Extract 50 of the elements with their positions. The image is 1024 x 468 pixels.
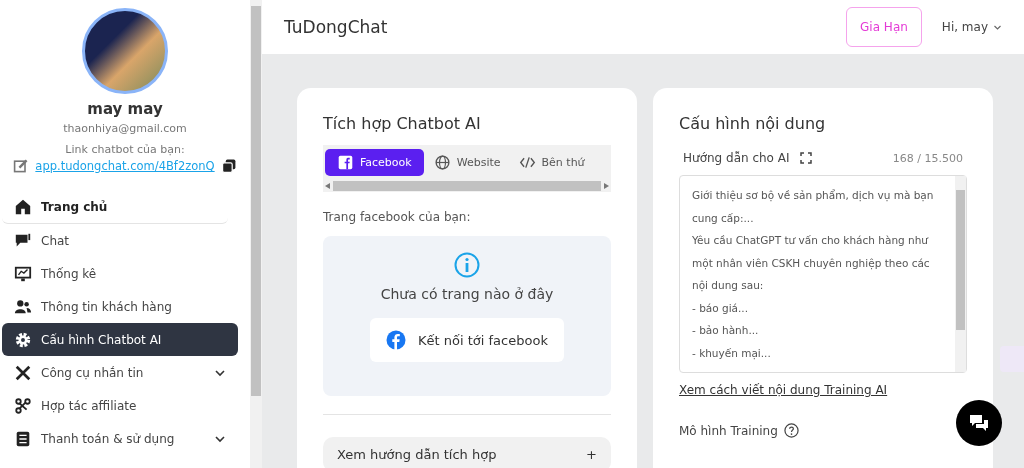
guide-title: Xem hướng dẫn tích hợp [337,447,497,462]
nav-item[interactable]: Thanh toán & sử dụng [2,422,238,455]
facebook-icon [337,154,354,171]
gear-icon [14,330,32,349]
expand-icon[interactable] [799,152,812,164]
network-icon [14,396,32,415]
chart-icon [14,264,32,283]
edit-icon[interactable] [13,158,30,174]
home-icon [14,197,32,216]
connect-facebook-button[interactable]: Kết nối tới facebook [370,318,564,362]
user-name: may may [87,100,163,118]
tab[interactable]: Bên thứ [510,149,593,176]
expand-toggle: + [586,447,597,462]
guide-accordion[interactable]: Xem hướng dẫn tích hợp + [323,437,611,468]
link-label: Link chatbot của bạn: [65,143,185,156]
model-label: Mô hình Training [679,423,778,438]
tab[interactable]: Facebook [325,149,424,176]
tab[interactable]: Website [425,149,509,176]
nav-item[interactable]: Trang chủ [2,190,228,224]
info-icon [454,252,480,278]
user-menu[interactable]: Hi, may [941,20,1002,34]
brand-title: TuDongChat [284,17,389,37]
nav-item[interactable]: Chat [2,224,238,257]
facebook-page-label: Trang facebook của bạn: [323,210,472,224]
scrollbar[interactable] [250,0,262,468]
nav-item[interactable]: Hợp tác affiliate [2,389,238,422]
nav-item[interactable]: Cấu hình Chatbot AI [2,323,238,356]
facebook-icon [386,330,407,350]
copy-icon[interactable] [220,158,237,174]
user-email: thaonhiya@gmail.com [63,122,187,135]
tools-icon [14,363,32,382]
field-label: Hướng dẫn cho AI [683,151,790,165]
globe-icon [433,154,451,171]
empty-message: Chưa có trang nào ở đây [380,286,554,302]
card-title: Cấu hình nội dung [679,114,827,133]
renew-button[interactable]: Gia Hạn [846,7,922,47]
horizontal-scrollbar[interactable] [323,180,611,192]
list-icon [14,429,32,448]
nav-item[interactable]: Thống kê [2,257,238,290]
scroll-left-icon[interactable] [325,183,330,189]
card-title: Tích hợp Chatbot AI [323,114,482,133]
help-icon[interactable] [783,423,799,438]
nav-item[interactable]: Công cụ nhắn tin [2,356,238,389]
code-icon [518,154,536,171]
nav-item[interactable]: Thông tin khách hàng [2,290,238,323]
character-counter: 168 / 15.500 [892,151,963,165]
users-icon [14,297,32,316]
training-guide-link[interactable]: Xem cách viết nội dung Training AI [679,383,967,397]
scroll-right-icon[interactable] [604,183,609,189]
instructions-textarea[interactable]: Giới thiệu sơ bộ về sản phẩm, dịch vụ mà bạn cung cấp:... Yêu cầu ChatGPT tư vấn cho khách hàng như một nhân viên CSKH chuyên nghiệp theo các nội dung sau: - báo giá... - bảo hành... - khuyến mại... [679,175,967,373]
